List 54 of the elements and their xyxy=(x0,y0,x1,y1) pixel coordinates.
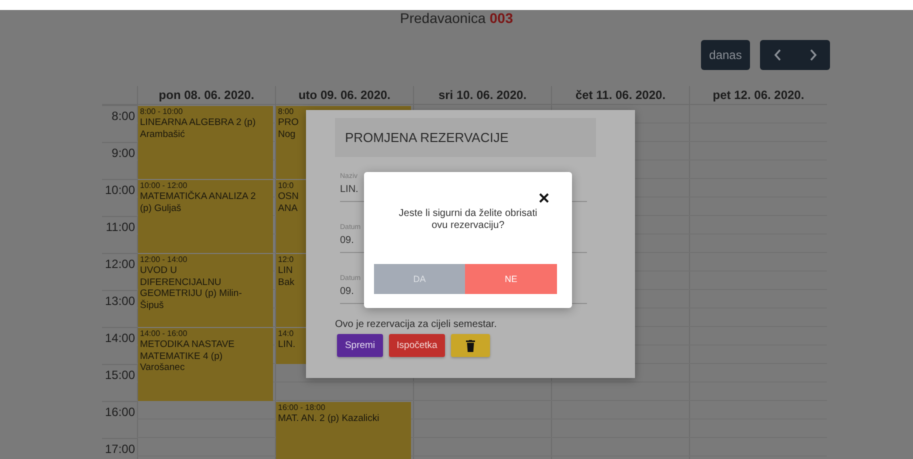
day-header: pon 08. 06. 2020. xyxy=(137,86,275,105)
room-title: Predavaonica xyxy=(400,10,486,26)
time-label: 14:00 xyxy=(102,327,137,364)
event-block[interactable]: 8:00 - 10:00 LINEARNA ALGEBRA 2 (p) Arambašić xyxy=(138,106,273,179)
semester-note: Ovo je rezervacija za cijeli semestar. xyxy=(335,319,498,330)
event-time: 8:00 xyxy=(278,107,294,117)
day-header: sri 10. 06. 2020. xyxy=(413,86,551,105)
event-title: METODIKA NASTAVE MATEMATIKE 4 (p) Varošanec xyxy=(140,339,234,374)
trash-icon xyxy=(466,340,475,352)
chevron-right-icon xyxy=(808,49,816,61)
event-title: UVOD U DIFERENCIJALNU GEOMETRIJU (p) Milin- Šipuš xyxy=(140,265,242,311)
time-label: 11:00 xyxy=(102,216,137,253)
room-number: 003 xyxy=(490,10,513,26)
event-block[interactable]: 16:00 - 18:00 MAT. AN. 2 (p) Kazalicki xyxy=(276,402,411,459)
time-label: 17:00 xyxy=(102,438,137,459)
event-title: LIN Bak xyxy=(278,265,294,288)
confirm-message: Jeste li sigurni da želite obrisati ovu rezervaciju? xyxy=(398,208,538,232)
cancel-button[interactable]: NE xyxy=(465,264,557,294)
delete-button[interactable] xyxy=(451,334,490,357)
event-time: 10:0 xyxy=(278,181,294,191)
time-label: 10:00 xyxy=(102,179,137,216)
event-time: 12:00 - 14:00 xyxy=(140,255,188,265)
event-title: LINEARNA ALGEBRA 2 (p) Arambašić xyxy=(140,117,256,140)
event-time: 16:00 - 18:00 xyxy=(278,403,326,413)
event-block[interactable]: 14:00 - 16:00 METODIKA NASTAVE MATEMATIKE 4 (p) Varošanec xyxy=(138,328,273,401)
dialog-title: PROMJENA REZERVACIJE xyxy=(335,118,596,157)
event-title: MAT. AN. 2 (p) Kazalicki xyxy=(278,413,380,424)
event-title: LIN. xyxy=(278,339,296,350)
time-label: 16:00 xyxy=(102,401,137,438)
today-button[interactable]: danas xyxy=(701,40,750,70)
event-title: OSN ANA xyxy=(278,191,299,214)
save-button[interactable]: Spremi xyxy=(337,334,383,357)
time-label: 9:00 xyxy=(102,142,137,179)
event-time: 12:0 xyxy=(278,255,294,265)
reset-button[interactable]: Ispočetka xyxy=(389,334,445,357)
close-button[interactable] xyxy=(537,191,551,205)
day-header: uto 09. 06. 2020. xyxy=(275,86,413,105)
time-label: 12:00 xyxy=(102,253,137,290)
event-block[interactable]: 12:00 - 14:00 UVOD U DIFERENCIJALNU GEOMETRIJU (p) Milin- Šipuš xyxy=(138,254,273,327)
event-title: PRO Nog xyxy=(278,117,299,140)
time-label: 13:00 xyxy=(102,290,137,327)
time-label: 15:00 xyxy=(102,364,137,401)
event-title: MATEMATIČKA ANALIZA 2 (p) Guljaš xyxy=(140,191,256,214)
chevron-left-icon xyxy=(774,49,782,61)
day-header: čet 11. 06. 2020. xyxy=(551,86,689,105)
confirm-button[interactable]: DA xyxy=(374,264,465,294)
event-time: 14:00 - 16:00 xyxy=(140,329,188,339)
time-label: 8:00 xyxy=(102,105,137,142)
event-time: 14:0 xyxy=(278,329,294,339)
event-time: 10:00 - 12:00 xyxy=(140,181,188,190)
day-header: pet 12. 06. 2020. xyxy=(689,86,827,105)
event-time: 8:00 - 10:00 xyxy=(140,107,183,117)
event-block[interactable]: 10:00 - 12:00 MATEMATIČKA ANALIZA 2 (p) Guljaš xyxy=(138,180,273,253)
close-icon xyxy=(539,193,549,203)
